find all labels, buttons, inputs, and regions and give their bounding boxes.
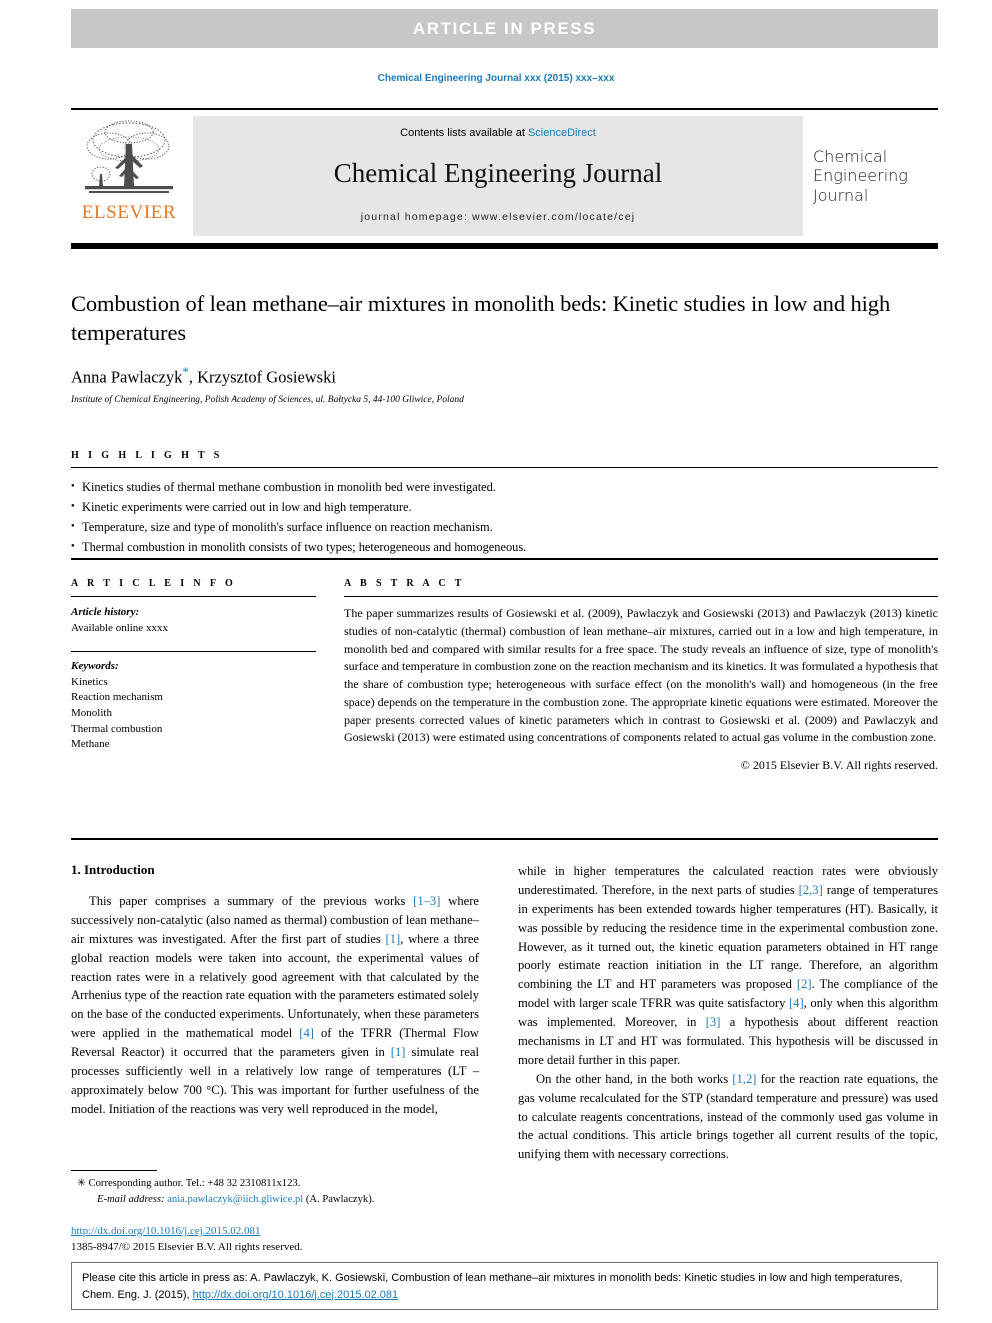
article-history-label: Article history: — [71, 606, 140, 618]
affiliation: Institute of Chemical Engineering, Polis… — [71, 395, 464, 405]
article-history-value: Available online xxxx — [71, 621, 168, 634]
elsevier-logo: ELSEVIER — [71, 116, 187, 236]
contents-prefix: Contents lists available at — [400, 127, 528, 139]
doi-block: http://dx.doi.org/10.1016/j.cej.2015.02.… — [71, 1224, 491, 1255]
highlights-bottom-rule — [71, 558, 938, 561]
list-item: Thermal combustion in monolith consists … — [71, 536, 938, 557]
text-run: , where a three global reaction models w… — [71, 931, 480, 1041]
email-address-label: E-mail address: — [97, 1193, 165, 1205]
abstract-divider — [344, 596, 938, 597]
keyword-item: Methane — [71, 738, 110, 751]
citation-ref[interactable]: [1,2] — [732, 1072, 756, 1086]
doi-link[interactable]: http://dx.doi.org/10.1016/j.cej.2015.02.… — [71, 1225, 261, 1237]
author-list: Anna Pawlaczyk*, Krzysztof Gosiewski — [71, 364, 938, 388]
article-history-block: Article history: Available online xxxx — [71, 605, 316, 636]
text-run: This paper comprises a summary of the pr… — [89, 894, 414, 908]
contents-list-line: Contents lists available at ScienceDirec… — [193, 116, 803, 139]
masthead-bottom-rule — [71, 243, 938, 249]
citation-ref[interactable]: [4] — [789, 996, 804, 1010]
paragraph: This paper comprises a summary of the pr… — [71, 892, 479, 1119]
copyright-line: © 2015 Elsevier B.V. All rights reserved… — [740, 758, 938, 772]
keyword-item: Kinetics — [71, 675, 108, 688]
citation-doi-link[interactable]: http://dx.doi.org/10.1016/j.cej.2015.02.… — [193, 1289, 399, 1301]
title-block: Combustion of lean methane–air mixtures … — [71, 289, 938, 405]
abstract-text: The paper summarizes results of Gosiewsk… — [344, 606, 938, 745]
corresponding-author-note: ✳ Corresponding author. Tel.: +48 32 231… — [71, 1176, 491, 1192]
masthead-center-panel: Contents lists available at ScienceDirec… — [193, 116, 803, 236]
citation-ref[interactable]: [4] — [299, 1026, 314, 1040]
citation-request-box: Please cite this article in press as: A.… — [71, 1262, 938, 1310]
author-primary: Anna Pawlaczyk — [71, 367, 183, 386]
article-in-press-label: ARTICLE IN PRESS — [412, 19, 597, 38]
journal-cover-thumbnail: Chemical Engineering Journal — [813, 116, 938, 236]
journal-cover-title: Chemical Engineering Journal — [813, 146, 908, 205]
elsevier-wordmark: ELSEVIER — [81, 202, 177, 223]
highlights-section: H I G H L I G H T S Kinetics studies of … — [71, 450, 938, 557]
footnote-block: ✳ Corresponding author. Tel.: +48 32 231… — [71, 1176, 491, 1207]
keyword-item: Thermal combustion — [71, 722, 163, 735]
elsevier-tree-icon — [85, 120, 173, 193]
page-title: Combustion of lean methane–air mixtures … — [71, 291, 891, 346]
journal-homepage-line[interactable]: journal homepage: www.elsevier.com/locat… — [193, 211, 803, 223]
paragraph: On the other hand, in the both works [1,… — [518, 1070, 938, 1164]
journal-masthead: ELSEVIER Contents lists available at Sci… — [71, 110, 938, 238]
keyword-item: Reaction mechanism — [71, 691, 163, 704]
keywords-divider — [71, 651, 316, 653]
list-item: Temperature, size and type of monolith's… — [71, 516, 938, 537]
footnote-rule — [71, 1170, 157, 1172]
citation-ref[interactable]: [1–3] — [413, 894, 440, 908]
article-info-label: A R T I C L E I N F O — [71, 578, 237, 589]
list-item: Kinetic experiments were carried out in … — [71, 496, 938, 517]
issn-copyright-line: 1385-8947/© 2015 Elsevier B.V. All right… — [71, 1240, 303, 1253]
keyword-item: Monolith — [71, 707, 112, 720]
citation-ref[interactable]: [3] — [706, 1015, 721, 1029]
keywords-block: Keywords: Kinetics Reaction mechanism Mo… — [71, 659, 316, 753]
citation-ref[interactable]: [2] — [797, 977, 812, 991]
running-head: Chemical Engineering Journal xxx (2015) … — [377, 73, 615, 84]
abstract-label: A B S T R A C T — [344, 578, 465, 589]
introduction-left-column: 1. Introduction This paper comprises a s… — [71, 862, 479, 1119]
author-email-link[interactable]: ania.pawlaczyk@iich.gliwice.pl — [167, 1194, 303, 1205]
section-heading-introduction: 1. Introduction — [71, 862, 155, 877]
text-run: range of temperatures in experiments has… — [518, 882, 938, 992]
sciencedirect-link[interactable]: ScienceDirect — [528, 127, 596, 139]
abstract-bottom-rule — [71, 838, 938, 840]
highlights-divider — [71, 467, 938, 468]
citation-ref[interactable]: [1] — [391, 1045, 406, 1059]
highlights-label: H I G H L I G H T S — [71, 450, 223, 461]
keywords-label: Keywords: — [71, 660, 119, 673]
text-run: On the other hand, in the both works — [536, 1071, 733, 1086]
journal-title: Chemical Engineering Journal — [333, 158, 663, 188]
highlights-list: Kinetics studies of thermal methane comb… — [71, 476, 938, 557]
author-secondary: , Krzysztof Gosiewski — [188, 367, 336, 386]
asterisk-icon: ✳ — [77, 1178, 86, 1189]
email-owner: (A. Pawlaczyk). — [305, 1193, 375, 1205]
corresponding-author-text: Corresponding author. Tel.: +48 32 23108… — [88, 1178, 301, 1189]
article-info-divider — [71, 596, 316, 597]
article-in-press-banner: ARTICLE IN PRESS — [71, 9, 938, 48]
introduction-right-column: while in higher temperatures the calcula… — [518, 862, 938, 1164]
abstract-section: A B S T R A C T The paper summarizes res… — [344, 578, 938, 773]
list-item: Kinetics studies of thermal methane comb… — [71, 476, 938, 497]
article-info-section: A R T I C L E I N F O Article history: A… — [71, 578, 316, 753]
citation-ref[interactable]: [2,3] — [799, 883, 823, 897]
citation-ref[interactable]: [1] — [386, 932, 401, 946]
email-note: E-mail address: ania.pawlaczyk@iich.gliw… — [71, 1192, 491, 1208]
paragraph: while in higher temperatures the calcula… — [518, 862, 938, 1070]
